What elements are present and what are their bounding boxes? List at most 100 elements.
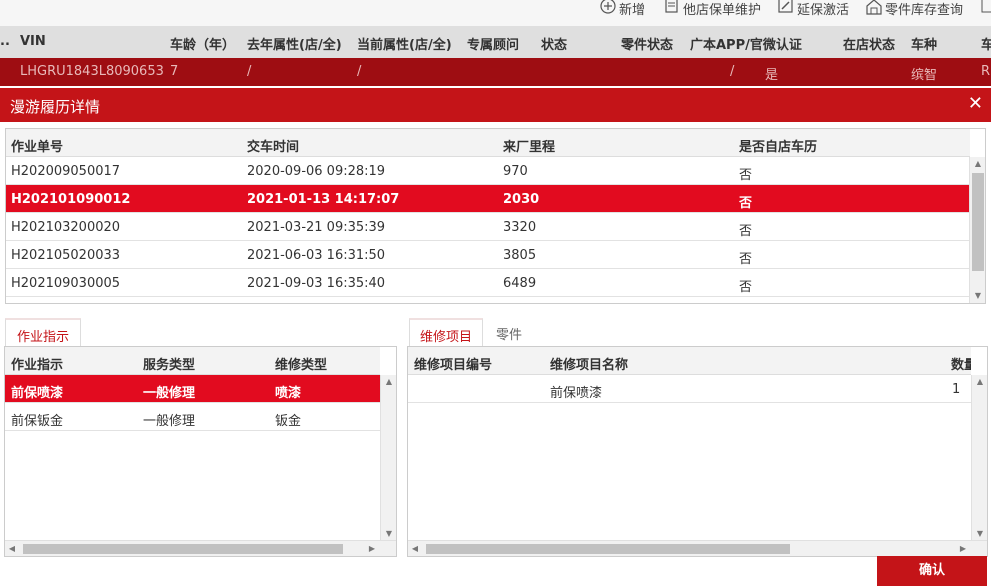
bg-row-app-value: /: [730, 64, 735, 79]
parts-stock-button[interactable]: 零件库存查询: [866, 0, 964, 18]
scroll-down-icon[interactable]: ▼: [970, 289, 986, 303]
bg-row-current: /: [357, 64, 362, 79]
repair-items-grid-header: 维修项目编号 维修项目名称 数量: [408, 347, 971, 375]
more-tool-icon[interactable]: [981, 0, 991, 16]
history-order-cell: H202105020033: [11, 248, 121, 263]
bg-col-trailing: 车: [981, 38, 991, 53]
tab-repair-items[interactable]: 维修项目: [409, 318, 483, 346]
history-col-order: 作业单号: [11, 140, 64, 155]
instruction-name-cell: 前保喷漆: [11, 386, 64, 401]
instruction-name-cell: 前保钣金: [11, 414, 64, 429]
history-col-own: 是否自店车历: [739, 140, 818, 155]
repair-qty-cell: 1: [952, 382, 961, 397]
bg-row-last-year: /: [247, 64, 252, 79]
table-row-selected[interactable]: 前保喷漆 一般修理 喷漆: [5, 375, 380, 403]
table-row[interactable]: 前保钣金 一般修理 钣金: [5, 403, 380, 431]
instruction-col-repair: 维修类型: [275, 358, 328, 373]
table-row[interactable]: H202109030005 2021-09-03 16:35:40 6489 否: [6, 269, 970, 297]
scroll-up-icon[interactable]: ▲: [970, 157, 986, 171]
tab-parts-label: 零件: [495, 328, 522, 343]
edit-icon: [778, 0, 794, 16]
tab-work-instruction-label: 作业指示: [16, 330, 69, 345]
new-button-label: 新增: [619, 2, 646, 18]
repair-items-grid: 维修项目编号 维修项目名称 数量 前保喷漆 1 ▲ ▼ ◀ ▶: [407, 346, 988, 557]
instruction-col-name: 作业指示: [11, 358, 64, 373]
tab-work-instruction[interactable]: 作业指示: [5, 318, 81, 346]
history-mileage-cell: 970: [503, 164, 528, 179]
other-store-policy-button[interactable]: 他店保单维护: [664, 0, 762, 18]
table-row[interactable]: 前保喷漆 1: [408, 375, 971, 403]
other-store-policy-label: 他店保单维护: [683, 2, 762, 18]
warehouse-icon: [866, 0, 882, 16]
instruction-col-service: 服务类型: [143, 358, 196, 373]
bg-col-app: 广本APP/官微认证: [690, 38, 802, 53]
background-table-header: .. VIN 车龄（年） 去年属性(店/全) 当前属性(店/全) 专属顾问 状态…: [0, 26, 991, 58]
history-mileage-cell: 2030: [503, 192, 540, 207]
document-icon: [664, 0, 680, 16]
repair-horizontal-scrollbar[interactable]: ◀ ▶: [408, 540, 987, 556]
bg-col-expand: ..: [0, 34, 10, 49]
instruction-grid: 作业指示 服务类型 维修类型 前保喷漆 一般修理 喷漆 前保钣金 一般修理 钣金…: [4, 346, 397, 557]
history-time-cell: 2021-09-03 16:35:40: [247, 276, 386, 291]
table-row-selected[interactable]: H202101090012 2021-01-13 14:17:07 2030 否: [6, 185, 970, 213]
history-time-cell: 2021-03-21 09:35:39: [247, 220, 386, 235]
scroll-left-icon[interactable]: ◀: [408, 541, 422, 556]
instruction-horizontal-scrollbar[interactable]: ◀ ▶: [5, 540, 396, 556]
history-order-cell: H202101090012: [11, 192, 131, 207]
bg-row-model: 缤智: [911, 68, 938, 83]
history-col-time: 交车时间: [247, 140, 300, 155]
background-table-row[interactable]: LHGRU1843L8090653 7 / / / 是 缤智 R: [0, 58, 991, 86]
history-time-cell: 2020-09-06 09:28:19: [247, 164, 386, 179]
scroll-left-icon[interactable]: ◀: [5, 541, 19, 556]
parts-stock-label: 零件库存查询: [885, 2, 964, 18]
table-row[interactable]: H202105020033 2021-06-03 16:31:50 3805 否: [6, 241, 970, 269]
close-icon[interactable]: ✕: [968, 93, 983, 114]
extend-warranty-button[interactable]: 延保激活: [778, 0, 849, 18]
repair-col-qty: 数量: [951, 358, 971, 373]
scroll-thumb[interactable]: [972, 173, 984, 271]
dialog-body: 作业单号 交车时间 来厂里程 是否自店车历 H202009050017 2020…: [0, 122, 991, 586]
history-own-cell: 否: [739, 224, 753, 239]
history-vertical-scrollbar[interactable]: ▲ ▼: [969, 157, 985, 303]
dialog-title: 漫游履历详情: [10, 98, 101, 116]
history-grid: 作业单号 交车时间 来厂里程 是否自店车历 H202009050017 2020…: [5, 128, 986, 304]
history-mileage-cell: 3805: [503, 248, 537, 263]
repair-col-code: 维修项目编号: [414, 358, 493, 373]
bg-col-model: 车种: [911, 38, 938, 53]
new-button[interactable]: 新增: [600, 0, 646, 18]
bg-col-age: 车龄（年）: [170, 38, 236, 53]
instruction-service-cell: 一般修理: [143, 414, 196, 429]
scroll-thumb[interactable]: [23, 544, 343, 554]
bg-col-vin: VIN: [20, 34, 46, 49]
bg-col-advisor: 专属顾问: [467, 38, 520, 53]
scroll-down-icon[interactable]: ▼: [972, 527, 988, 541]
scroll-thumb[interactable]: [426, 544, 790, 554]
bg-col-store-status: 在店状态: [843, 38, 896, 53]
bg-col-current: 当前属性(店/全): [357, 38, 452, 53]
history-mileage-cell: 6489: [503, 276, 537, 291]
dialog-title-bar: 漫游履历详情 ✕: [0, 88, 991, 122]
repair-col-name: 维修项目名称: [550, 358, 629, 373]
instruction-vertical-scrollbar[interactable]: ▲ ▼: [380, 375, 396, 541]
bg-row-age: 7: [170, 64, 179, 79]
tab-parts[interactable]: 零件: [487, 318, 531, 346]
plus-circle-icon: [600, 0, 616, 16]
tab-repair-items-label: 维修项目: [419, 330, 472, 345]
table-row[interactable]: H202103200020 2021-03-21 09:35:39 3320 否: [6, 213, 970, 241]
instruction-repair-cell: 钣金: [275, 414, 302, 429]
confirm-button[interactable]: 确认: [877, 556, 987, 586]
scroll-right-icon[interactable]: ▶: [956, 541, 970, 556]
repair-vertical-scrollbar[interactable]: ▲ ▼: [971, 375, 987, 541]
table-row[interactable]: H202009050017 2020-09-06 09:28:19 970 否: [6, 157, 970, 185]
scroll-right-icon[interactable]: ▶: [365, 541, 379, 556]
history-grid-header: 作业单号 交车时间 来厂里程 是否自店车历: [6, 129, 970, 157]
scroll-down-icon[interactable]: ▼: [381, 527, 397, 541]
history-time-cell: 2021-01-13 14:17:07: [247, 192, 400, 207]
history-own-cell: 否: [739, 196, 753, 211]
bg-col-last-year: 去年属性(店/全): [247, 38, 342, 53]
history-col-mileage: 来厂里程: [503, 140, 556, 155]
bg-row-app-certified: 是: [765, 68, 779, 83]
scroll-up-icon[interactable]: ▲: [972, 375, 988, 389]
scroll-up-icon[interactable]: ▲: [381, 375, 397, 389]
history-order-cell: H202103200020: [11, 220, 121, 235]
